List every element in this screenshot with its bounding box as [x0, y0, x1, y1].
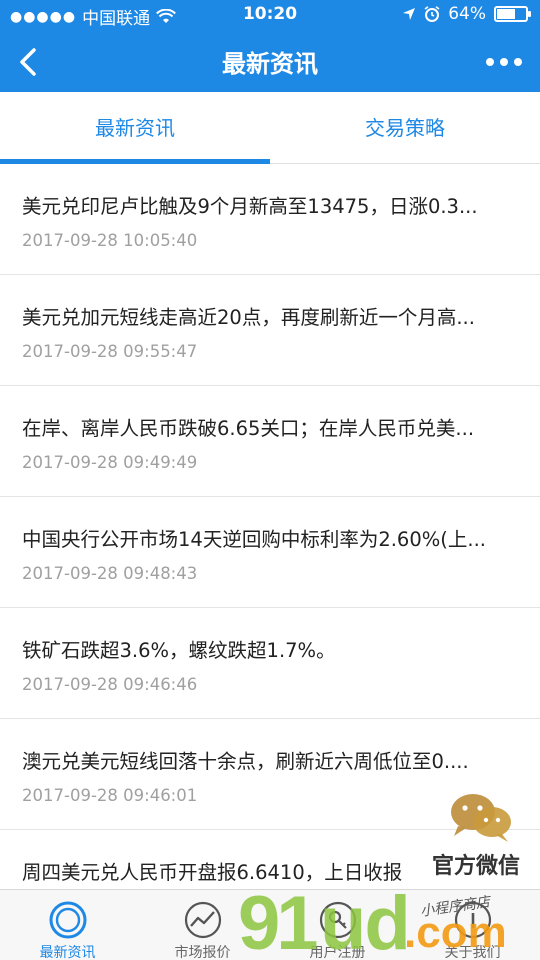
news-item[interactable]: 铁矿石跌超3.6%，螺纹跌超1.7%。 2017-09-28 09:46:46 — [0, 608, 540, 719]
tab-bar-top: 最新资讯 交易策略 — [0, 92, 540, 164]
wechat-watermark-text: 官方微信 — [432, 853, 521, 878]
news-time: 2017-09-28 09:49:49 — [22, 453, 198, 472]
brand-ud-watermark: ud — [320, 881, 411, 960]
tab-latest-news[interactable]: 最新资讯 — [0, 92, 270, 164]
tabbar-label: 最新资讯 — [39, 945, 96, 960]
page-title: 最新资讯 — [222, 50, 318, 78]
news-item[interactable]: 在岸、离岸人民币跌破6.65关口；在岸人民币兑美... 2017-09-28 0… — [0, 386, 540, 497]
news-time: 2017-09-28 09:48:43 — [22, 564, 198, 583]
news-item[interactable]: 美元兑加元短线走高近20点，再度刷新近一个月高... 2017-09-28 09… — [0, 275, 540, 386]
news-list[interactable]: 美元兑印尼卢比触及9个月新高至13475，日涨0.3... 2017-09-28… — [0, 164, 540, 889]
wechat-logo-icon — [451, 794, 511, 842]
news-item[interactable]: 美元兑印尼卢比触及9个月新高至13475，日涨0.3... 2017-09-28… — [0, 164, 540, 275]
status-right: 64% — [402, 4, 531, 24]
news-item[interactable]: 中国央行公开市场14天逆回购中标利率为2.60%(上... 2017-09-28… — [0, 497, 540, 608]
news-time: 2017-09-28 09:55:47 — [22, 342, 198, 361]
status-bar: ●●●●● 中国联通 10:20 64% — [0, 0, 540, 30]
alarm-icon — [424, 6, 440, 22]
news-title: 澳元兑美元短线回落十余点，刷新近六周低位至0.... — [22, 750, 469, 773]
brand-91-watermark: 91 — [238, 881, 319, 960]
news-time: 2017-09-28 10:05:40 — [22, 231, 198, 250]
tab-trading-strategy[interactable]: 交易策略 — [270, 92, 540, 164]
chart-trend-icon — [184, 901, 221, 939]
location-arrow-icon — [403, 8, 416, 20]
more-dots-icon[interactable] — [484, 50, 524, 74]
news-title: 美元兑加元短线走高近20点，再度刷新近一个月高... — [22, 306, 475, 329]
battery-icon — [494, 6, 531, 22]
news-title: 在岸、离岸人民币跌破6.65关口；在岸人民币兑美... — [22, 417, 475, 440]
news-circle-icon — [49, 901, 86, 939]
battery-percent: 64% — [448, 4, 486, 24]
news-title: 铁矿石跌超3.6%，螺纹跌超1.7%。 — [22, 639, 336, 662]
navigation-bar: 最新资讯 — [0, 30, 540, 92]
news-title: 中国央行公开市场14天逆回购中标利率为2.60%(上... — [22, 528, 486, 551]
tabbar-item-news[interactable]: 最新资讯 — [0, 890, 135, 960]
news-time: 2017-09-28 09:46:46 — [22, 675, 198, 694]
news-title: 美元兑印尼卢比触及9个月新高至13475，日涨0.3... — [22, 195, 478, 218]
news-time: 2017-09-28 09:46:01 — [22, 786, 198, 805]
battery-fill — [497, 9, 515, 19]
